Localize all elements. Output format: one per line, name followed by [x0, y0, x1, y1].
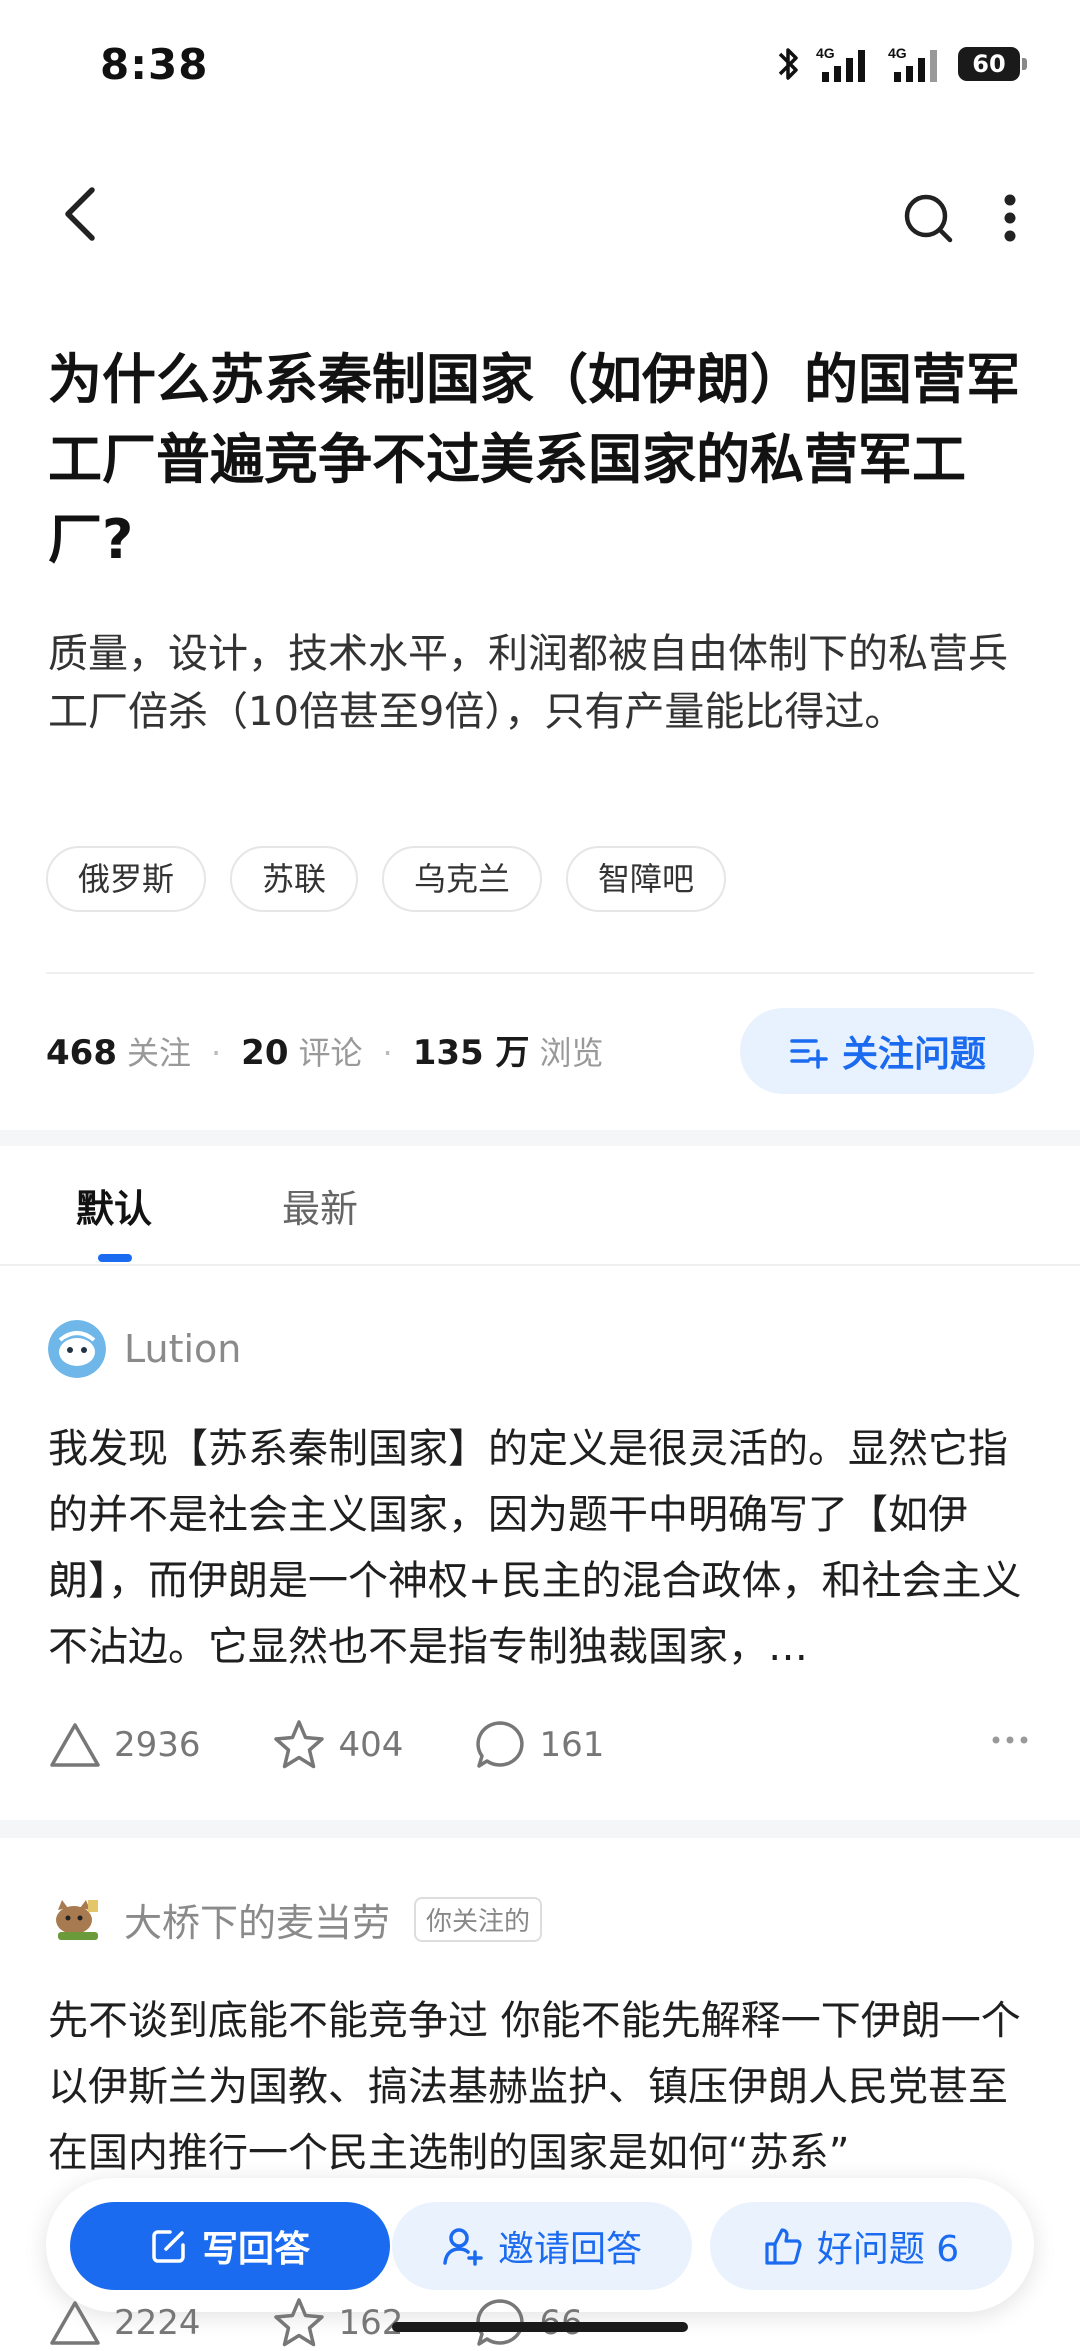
question-title: 为什么苏系秦制国家（如伊朗）的国营军工厂普遍竞争不过美系国家的私营军工厂?	[48, 348, 1020, 571]
answer-excerpt[interactable]: 先不谈到底能不能竞争过 你能不能先解释一下伊朗一个以伊斯兰为国教、搞法基赫监护、…	[48, 1988, 1038, 2186]
favorite-button[interactable]: 162	[271, 2296, 403, 2350]
separator-dot: ·	[382, 1034, 393, 1072]
signal-icon: 4G	[816, 45, 865, 82]
upvote-count: 2936	[114, 1725, 201, 1765]
write-answer-label: 写回答	[201, 2229, 310, 2270]
divider	[46, 972, 1034, 974]
answer-separator	[0, 1820, 1080, 1838]
star-icon	[273, 2298, 324, 2347]
comment-bubble-icon	[476, 1721, 525, 1768]
svg-text:4G: 4G	[816, 45, 835, 61]
follow-label: 关注	[126, 1034, 191, 1072]
comment-button[interactable]: 161	[473, 1718, 604, 1772]
search-button[interactable]	[900, 190, 956, 246]
comment-count: 20	[241, 1033, 289, 1073]
separator-dot: ·	[211, 1034, 222, 1072]
search-icon	[904, 194, 953, 243]
home-indicator[interactable]	[392, 2322, 688, 2332]
favorite-count: 404	[338, 1725, 404, 1765]
topic-tag[interactable]: 乌克兰	[382, 846, 543, 912]
sort-tabs: 默认 最新	[0, 1146, 1080, 1266]
more-options-button[interactable]	[990, 186, 1030, 250]
status-icons: 4G 4G 60	[774, 44, 1027, 84]
invite-user-icon	[443, 2228, 483, 2266]
status-bar: 8:38 4G 4G 60	[0, 0, 1080, 140]
section-separator	[0, 1130, 1080, 1146]
topic-tag[interactable]: 智障吧	[566, 846, 727, 912]
follow-count: 468	[46, 1033, 117, 1073]
more-horizontal-icon	[992, 1736, 1028, 1744]
tab-latest[interactable]: 最新	[282, 1178, 358, 1233]
upvote-count: 2224	[114, 2303, 201, 2343]
battery-indicator: 60	[958, 47, 1027, 81]
edit-icon	[152, 2230, 185, 2263]
thumbs-up-icon	[765, 2228, 802, 2265]
active-tab-indicator	[98, 1254, 132, 1262]
answer-author[interactable]: 大桥下的麦当劳 你关注的	[48, 1890, 543, 1948]
good-question-label: 好问题 6	[816, 2229, 960, 2270]
answer-more-button[interactable]	[990, 1732, 1030, 1752]
comment-label[interactable]: 评论	[299, 1028, 363, 1074]
status-time: 8:38	[100, 40, 209, 89]
answer-author[interactable]: Lution	[48, 1320, 241, 1378]
view-count: 135 万	[412, 1033, 530, 1073]
avatar[interactable]	[48, 1890, 106, 1948]
followed-badge: 你关注的	[414, 1896, 543, 1942]
upvote-icon	[50, 1723, 100, 1767]
question-description[interactable]: 质量，设计，技术水平，利润都被自由体制下的私营兵工厂倍杀（10倍甚至9倍），只有…	[48, 625, 1028, 741]
answer-excerpt[interactable]: 我发现【苏系秦制国家】的定义是很灵活的。显然它指的并不是社会主义国家，因为题干中…	[48, 1416, 1038, 1680]
topic-tags: 俄罗斯 苏联 乌克兰 智障吧	[46, 846, 727, 912]
upvote-button[interactable]: 2224	[48, 2298, 201, 2348]
signal-icon-2: 4G	[888, 45, 937, 82]
follow-list-icon	[790, 1039, 828, 1069]
good-question-button[interactable]: 好问题 6	[710, 2202, 1012, 2290]
top-nav	[0, 170, 1080, 260]
topic-tag[interactable]: 苏联	[230, 846, 359, 912]
comment-count: 161	[539, 1725, 605, 1765]
follow-question-button[interactable]: 关注问题	[740, 1008, 1034, 1094]
author-name[interactable]: 大桥下的麦当劳	[124, 1892, 390, 1947]
chevron-left-icon	[65, 187, 95, 241]
write-answer-button[interactable]: 写回答	[70, 2202, 390, 2290]
avatar[interactable]	[48, 1320, 106, 1378]
upvote-icon	[50, 2301, 100, 2345]
author-name[interactable]: Lution	[124, 1327, 241, 1371]
bottom-action-bar: 写回答 邀请回答 好问题 6	[46, 2178, 1034, 2312]
star-icon	[273, 1720, 324, 1769]
question-stats: 468 关注 · 20 评论 · 135 万 浏览	[46, 1025, 604, 1074]
answer-actions: 2936 404 161	[48, 1718, 674, 1772]
view-label: 浏览	[539, 1034, 604, 1072]
invite-answer-label: 邀请回答	[497, 2229, 642, 2270]
svg-text:4G: 4G	[888, 45, 907, 61]
favorite-button[interactable]: 404	[271, 1718, 404, 1772]
more-vertical-icon	[1004, 194, 1016, 242]
bluetooth-icon	[778, 48, 798, 80]
invite-answer-button[interactable]: 邀请回答	[392, 2202, 692, 2290]
back-button[interactable]	[50, 178, 120, 248]
follow-question-label: 关注问题	[841, 1034, 986, 1075]
topic-tag[interactable]: 俄罗斯	[46, 846, 207, 912]
tab-default[interactable]: 默认	[76, 1178, 152, 1233]
upvote-button[interactable]: 2936	[48, 1720, 201, 1770]
